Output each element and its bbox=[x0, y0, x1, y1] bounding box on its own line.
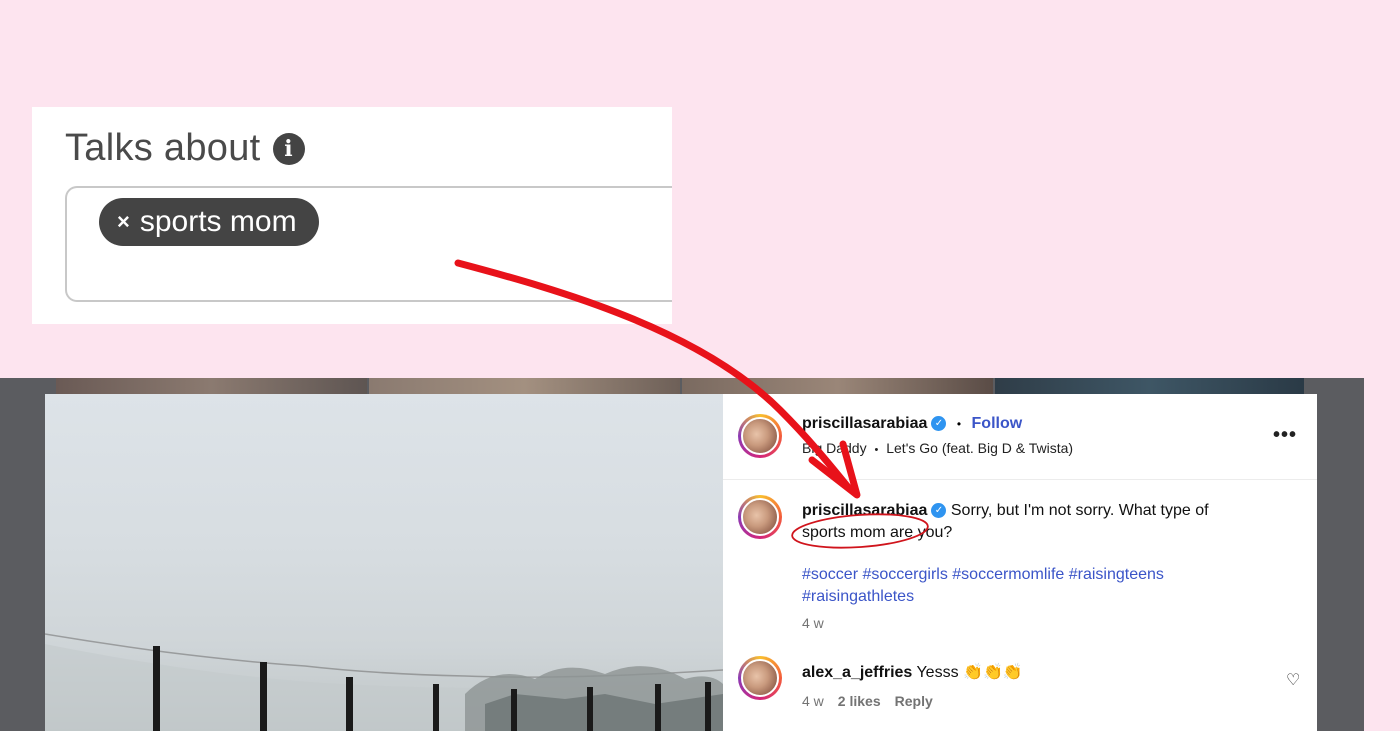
post-author-username[interactable]: priscillasarabiaa bbox=[802, 415, 927, 432]
comment-timestamp[interactable]: 4 w bbox=[802, 693, 824, 709]
tag-chip: × sports mom bbox=[99, 198, 319, 246]
separator-dot: • bbox=[956, 417, 962, 431]
soccer-field-fence-image bbox=[45, 633, 723, 731]
post-details-panel: priscillasarabiaa ✓ • Follow Big Daddy • … bbox=[723, 394, 1317, 731]
audio-line[interactable]: Big Daddy • Let's Go (feat. Big D & Twis… bbox=[802, 440, 1073, 456]
hashtags-line1[interactable]: #soccer #soccergirls #soccermomlife #rai… bbox=[802, 566, 1164, 583]
grid-thumbnail[interactable] bbox=[995, 378, 1304, 394]
caption: priscillasarabiaa ✓ Sorry, but I'm not so… bbox=[802, 500, 1282, 544]
audio-artist: Big Daddy bbox=[802, 440, 867, 456]
heart-icon[interactable]: ♡ bbox=[1286, 670, 1300, 690]
reply-button[interactable]: Reply bbox=[895, 693, 933, 709]
comment-meta: 4 w 2 likes Reply bbox=[802, 693, 933, 709]
avatar[interactable] bbox=[738, 495, 782, 539]
talks-about-title: Talks about bbox=[65, 127, 261, 169]
verified-badge-icon: ✓ bbox=[931, 416, 947, 432]
grid-thumbnail[interactable] bbox=[682, 378, 993, 394]
follow-button[interactable]: Follow bbox=[972, 415, 1023, 432]
post-photo[interactable] bbox=[45, 394, 723, 731]
hashtags-line2[interactable]: #raisingathletes bbox=[802, 588, 914, 605]
caption-timestamp[interactable]: 4 w bbox=[802, 615, 824, 631]
talks-about-input[interactable]: × sports mom bbox=[65, 186, 672, 302]
more-options-icon[interactable]: ••• bbox=[1273, 424, 1297, 447]
comment: alex_a_jeffries Yesss 👏👏👏 bbox=[802, 662, 1023, 682]
caption-username[interactable]: priscillasarabiaa bbox=[802, 502, 927, 519]
info-icon[interactable]: i bbox=[272, 132, 305, 165]
talks-about-card: Talks about i × sports mom bbox=[32, 107, 672, 324]
remove-tag-icon[interactable]: × bbox=[117, 209, 130, 235]
comment-username[interactable]: alex_a_jeffries bbox=[802, 664, 912, 681]
header-divider bbox=[723, 479, 1317, 480]
separator-dot: • bbox=[874, 444, 879, 456]
avatar[interactable] bbox=[738, 656, 782, 700]
grid-thumbnail[interactable] bbox=[369, 378, 680, 394]
hashtags: #soccer #soccergirls #soccermomlife #rai… bbox=[802, 564, 1302, 608]
comment-text: Yesss 👏👏👏 bbox=[916, 664, 1023, 681]
talks-about-heading: Talks about i bbox=[65, 127, 305, 170]
tag-label: sports mom bbox=[139, 205, 297, 238]
caption-text-line2: sports mom are you? bbox=[802, 524, 953, 541]
avatar[interactable] bbox=[738, 414, 782, 458]
comment-likes[interactable]: 2 likes bbox=[838, 693, 881, 709]
caption-text-line1: Sorry, but I'm not sorry. What type of bbox=[950, 502, 1209, 519]
post-header-line: priscillasarabiaa ✓ • Follow bbox=[802, 415, 1022, 433]
audio-track: Let's Go (feat. Big D & Twista) bbox=[886, 440, 1074, 456]
grid-thumbnail[interactable] bbox=[56, 378, 367, 394]
verified-badge-icon: ✓ bbox=[931, 503, 947, 519]
